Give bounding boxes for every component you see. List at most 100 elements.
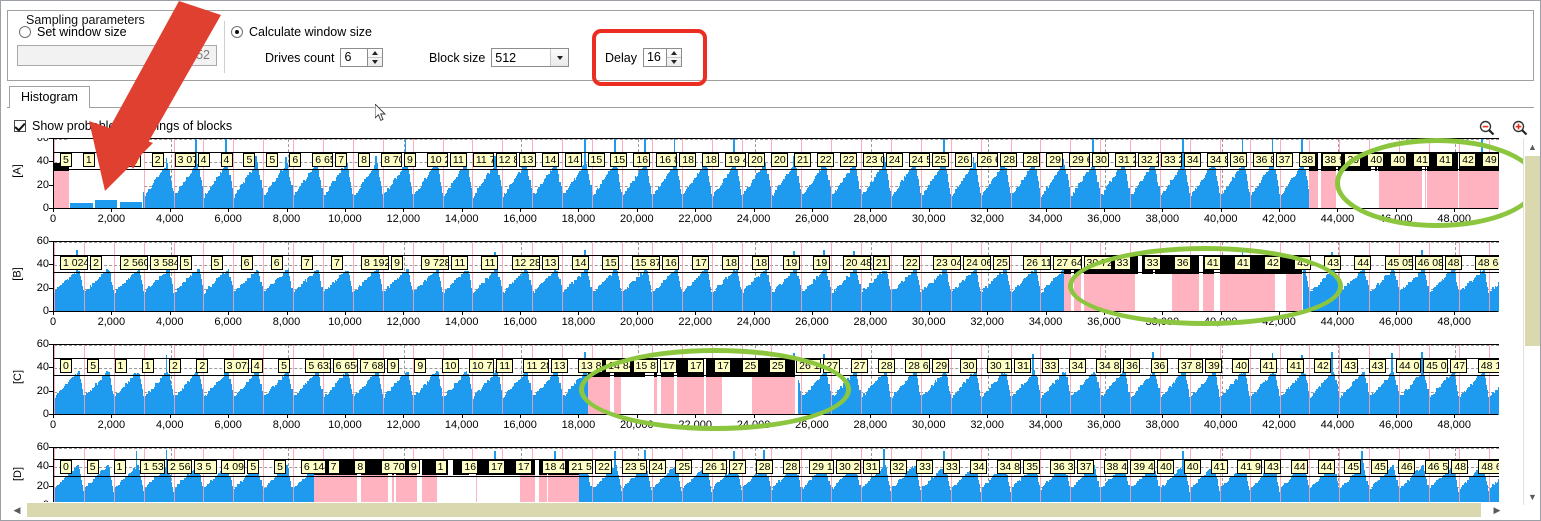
scroll-down-arrow-icon[interactable]: ▼: [1524, 488, 1541, 505]
block-label: 46 592: [1425, 460, 1450, 474]
delay-stepper[interactable]: [667, 48, 682, 67]
x-tick-label: 6,000: [214, 213, 242, 225]
block-label: 16: [633, 153, 650, 167]
block-label: 5 632: [305, 359, 330, 373]
x-tick-label: 14,000: [445, 213, 479, 225]
radio-set-window-size[interactable]: Set window size: [19, 25, 127, 39]
block-label: 40: [1157, 460, 1174, 474]
scroll-up-arrow-icon[interactable]: ▲: [1524, 138, 1541, 155]
horizontal-scroll-thumb[interactable]: [27, 503, 1481, 517]
x-tick-label: 46,000: [1379, 316, 1413, 328]
block-label: 11: [451, 256, 468, 270]
drives-count-input[interactable]: 6: [340, 48, 368, 67]
chevron-down-icon[interactable]: [550, 49, 568, 66]
block-label: 13: [519, 153, 536, 167]
block-label: 39 42: [1130, 460, 1155, 474]
vertical-scroll-thumb[interactable]: [1525, 156, 1540, 346]
x-tick-label: 20,000: [620, 213, 654, 225]
x-tick-label: 16,000: [503, 316, 537, 328]
horizontal-scrollbar[interactable]: ◀ ▶: [9, 502, 1520, 518]
y-tick-label: 20: [37, 385, 49, 397]
x-tick-label: 36,000: [1087, 419, 1121, 431]
block-label: 1: [106, 153, 118, 167]
vertical-scrollbar[interactable]: ▲ ▼: [1523, 138, 1540, 505]
plot-area-c[interactable]: 0511223 072455 6326 6567 680991010 75111…: [53, 344, 1498, 414]
block-label: 4 096: [221, 460, 246, 474]
block-label: 29: [1046, 153, 1063, 167]
block-label: 39: [1344, 153, 1361, 167]
block-label: 32: [890, 460, 907, 474]
drives-count-field: Drives count 6: [265, 48, 383, 67]
block-label: 40: [1232, 359, 1249, 373]
block-label: 41: [1204, 256, 1221, 270]
plot-area-d[interactable]: 0511 5362 5603 54 096556 144788 70491161…: [53, 447, 1498, 505]
block-label: 41 984: [1237, 460, 1262, 474]
block-label: 18: [679, 153, 696, 167]
block-label: 1: [83, 153, 95, 167]
delay-input[interactable]: 16: [643, 48, 667, 67]
plot-area-a[interactable]: 511223 072445566 656788 704910 2401111 7…: [53, 138, 1498, 208]
x-tick-label: 28,000: [854, 213, 888, 225]
show-blocks-checkbox[interactable]: [14, 120, 26, 132]
plot-area-b[interactable]: 1 02422 5603 5845566778 19299 728111112 …: [53, 241, 1498, 311]
radio-calculate-window-size[interactable]: Calculate window size: [231, 25, 372, 39]
zoom-in-icon[interactable]: [1512, 120, 1528, 136]
scroll-left-arrow-icon[interactable]: ◀: [9, 502, 25, 518]
block-label: 16: [461, 460, 478, 474]
block-label: 33 28: [1161, 153, 1182, 167]
y-tick-label: 20: [37, 480, 49, 492]
block-label: 27 648: [1053, 256, 1081, 270]
block-label: 15: [602, 256, 619, 270]
x-tick-label: 42,000: [1262, 419, 1296, 431]
block-size-combo[interactable]: 512: [491, 48, 569, 67]
x-tick-label: 26,000: [795, 213, 829, 225]
delay-stepper-down[interactable]: [667, 58, 681, 66]
block-label: 14: [542, 153, 559, 167]
block-label: 26 624: [977, 153, 998, 167]
chart-b: [B]1 02422 5603 5845566778 19299 7281111…: [9, 241, 1498, 333]
drives-count-stepper-down[interactable]: [368, 58, 382, 66]
block-label: 33: [943, 460, 960, 474]
block-label: 28: [756, 460, 773, 474]
block-label: 13: [542, 256, 559, 270]
block-label: 23 04: [933, 256, 961, 270]
drives-count-stepper-up[interactable]: [368, 49, 382, 58]
block-label: 5: [278, 359, 290, 373]
block-label: 6 656: [312, 153, 333, 167]
y-tick-label: 60: [37, 235, 49, 247]
histogram-charts-panel: [A]511223 072445566 656788 704910 240111…: [9, 138, 1520, 505]
block-label: 3 5: [194, 460, 217, 474]
block-label: 40: [1367, 153, 1384, 167]
chart-a: [A]511223 072445566 656788 704910 240111…: [9, 138, 1498, 230]
tab-strip: Histogram: [7, 86, 1534, 108]
block-label: 3 072: [175, 153, 196, 167]
zoom-out-icon[interactable]: [1479, 120, 1495, 136]
drives-count-stepper[interactable]: [368, 48, 383, 67]
block-label: 35: [1023, 460, 1040, 474]
block-label: 33: [916, 460, 933, 474]
x-tick-label: 2,000: [98, 316, 126, 328]
tab-histogram[interactable]: Histogram: [9, 86, 90, 108]
delay-stepper-up[interactable]: [667, 49, 681, 58]
block-label: 48: [1445, 256, 1462, 270]
block-label: 25: [932, 153, 949, 167]
calculate-window-size-radio-dot[interactable]: [231, 26, 243, 38]
x-tick-label: 10,000: [328, 316, 362, 328]
scroll-right-arrow-icon[interactable]: ▶: [1489, 502, 1505, 518]
block-label: 2: [169, 359, 181, 373]
block-label: 19: [783, 256, 800, 270]
block-label: 39: [1205, 359, 1222, 373]
block-label: 25: [993, 256, 1010, 270]
show-blocks-checkbox-row[interactable]: Show probable beginnings of blocks: [14, 119, 232, 133]
window-size-input[interactable]: 49152: [17, 45, 217, 66]
x-tick-label: 6,000: [214, 419, 242, 431]
block-label: 26 11: [702, 460, 727, 474]
block-label: 26 11: [796, 359, 821, 373]
set-window-size-radio-dot[interactable]: [19, 26, 31, 38]
block-label: 41: [1260, 359, 1277, 373]
x-tick-label: 20,000: [620, 316, 654, 328]
block-label: 28: [783, 460, 800, 474]
block-label: 8 704: [381, 460, 406, 474]
x-tick-label: 24,000: [737, 213, 771, 225]
show-blocks-label: Show probable beginnings of blocks: [32, 119, 232, 133]
